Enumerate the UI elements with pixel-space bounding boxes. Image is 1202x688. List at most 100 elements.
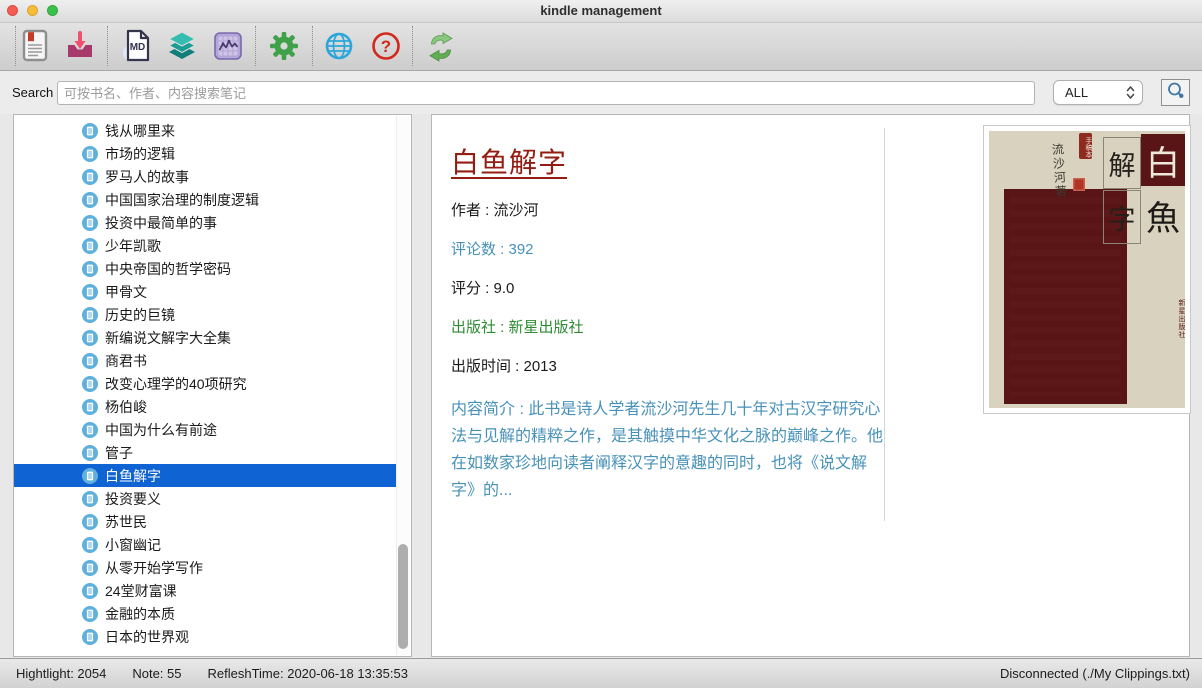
book-detail-panel: 白鱼解字 作者 : 流沙河 评论数 : 392 评分 : 9.0 出版社 : 新… bbox=[431, 114, 1190, 657]
cover-red-seal bbox=[1073, 178, 1085, 191]
list-item[interactable]: 白鱼解字 bbox=[14, 464, 397, 487]
note-doc-icon bbox=[82, 399, 98, 415]
filter-dropdown-value: ALL bbox=[1065, 85, 1126, 100]
book-author: 作者 : 流沙河 bbox=[451, 201, 887, 221]
list-item[interactable]: 商君书 bbox=[14, 349, 397, 372]
website-button[interactable] bbox=[322, 28, 356, 64]
list-item[interactable]: 新编说文解字大全集 bbox=[14, 326, 397, 349]
note-doc-icon bbox=[82, 422, 98, 438]
kindle-notes-button[interactable] bbox=[18, 28, 52, 64]
gear-icon bbox=[268, 30, 300, 62]
note-doc-icon bbox=[82, 606, 98, 622]
book-description: 内容简介 : 此书是诗人学者流沙河先生几十年对古汉字研究心法与见解的精粹之作，是… bbox=[451, 396, 887, 504]
cover-publisher-spine: 新星出版社 bbox=[1176, 299, 1185, 339]
book-detail: 白鱼解字 作者 : 流沙河 评论数 : 392 评分 : 9.0 出版社 : 新… bbox=[451, 143, 887, 504]
note-doc-icon bbox=[82, 376, 98, 392]
note-doc-icon bbox=[82, 307, 98, 323]
layers-stack-icon bbox=[166, 30, 198, 62]
list-scrollbar[interactable] bbox=[396, 116, 410, 655]
list-item-label: 从零开始学写作 bbox=[105, 558, 203, 578]
magnifier-icon bbox=[1166, 81, 1186, 104]
status-connection: Disconnected (./My Clippings.txt) bbox=[1000, 666, 1190, 681]
note-doc-icon bbox=[82, 560, 98, 576]
list-item-label: 商君书 bbox=[105, 351, 147, 371]
note-doc-icon bbox=[82, 146, 98, 162]
chart-waveform-icon bbox=[212, 30, 244, 62]
note-doc-icon bbox=[82, 537, 98, 553]
book-list-panel: 钱从哪里来市场的逻辑罗马人的故事中国国家治理的制度逻辑投资中最简单的事少年凯歌中… bbox=[13, 114, 412, 657]
filter-dropdown[interactable]: ALL bbox=[1053, 80, 1143, 105]
book-title-link[interactable]: 白鱼解字 bbox=[451, 143, 567, 183]
list-item-label: 投资中最简单的事 bbox=[105, 213, 217, 233]
cover-author-signature: 流沙河著 bbox=[1049, 142, 1070, 199]
list-item[interactable]: 甲骨文 bbox=[14, 280, 397, 303]
note-doc-icon bbox=[82, 192, 98, 208]
note-doc-icon bbox=[82, 238, 98, 254]
list-item-label: 新编说文解字大全集 bbox=[105, 328, 231, 348]
list-item[interactable]: 日本的世界观 bbox=[14, 625, 397, 648]
list-item-label: 历史的巨镜 bbox=[105, 305, 175, 325]
list-scrollbar-thumb[interactable] bbox=[398, 544, 408, 649]
list-item[interactable]: 中国国家治理的制度逻辑 bbox=[14, 188, 397, 211]
list-item-label: 改变心理学的40项研究 bbox=[105, 374, 247, 394]
note-doc-icon bbox=[82, 468, 98, 484]
status-right: Disconnected (./My Clippings.txt) bbox=[1000, 659, 1190, 688]
book-list: 钱从哪里来市场的逻辑罗马人的故事中国国家治理的制度逻辑投资中最简单的事少年凯歌中… bbox=[14, 119, 397, 648]
kindle-notes-icon bbox=[20, 29, 50, 63]
markdown-export-button[interactable]: MD bbox=[120, 28, 154, 64]
toolbar-separator bbox=[312, 26, 313, 66]
list-item-label: 罗马人的故事 bbox=[105, 167, 189, 187]
list-item[interactable]: 罗马人的故事 bbox=[14, 165, 397, 188]
note-doc-icon bbox=[82, 261, 98, 277]
list-item[interactable]: 苏世民 bbox=[14, 510, 397, 533]
list-item[interactable]: 从零开始学写作 bbox=[14, 556, 397, 579]
book-cover-art: 白 魚 解 字 手稿本 流沙河著 新星出版社 bbox=[989, 131, 1185, 408]
toolbar-separator bbox=[15, 26, 16, 66]
list-item[interactable]: 少年凯歌 bbox=[14, 234, 397, 257]
list-item[interactable]: 市场的逻辑 bbox=[14, 142, 397, 165]
list-item[interactable]: 杨伯峻 bbox=[14, 395, 397, 418]
list-item[interactable]: 钱从哪里来 bbox=[14, 119, 397, 142]
list-item-label: 苏世民 bbox=[105, 512, 147, 532]
toolbar-separator bbox=[412, 26, 413, 66]
statistics-button[interactable] bbox=[211, 28, 245, 64]
list-item[interactable]: 投资中最简单的事 bbox=[14, 211, 397, 234]
list-item[interactable]: 改变心理学的40项研究 bbox=[14, 372, 397, 395]
question-mark-icon: ? bbox=[370, 30, 402, 62]
note-doc-icon bbox=[82, 284, 98, 300]
book-stack-button[interactable] bbox=[165, 28, 199, 64]
list-item-label: 杨伯峻 bbox=[105, 397, 147, 417]
list-item[interactable]: 投资要义 bbox=[14, 487, 397, 510]
list-item[interactable]: 小窗幽记 bbox=[14, 533, 397, 556]
list-item[interactable]: 管子 bbox=[14, 441, 397, 464]
cover-char-jie: 解 bbox=[1103, 137, 1141, 189]
settings-button[interactable] bbox=[267, 28, 301, 64]
list-item[interactable]: 中央帝国的哲学密码 bbox=[14, 257, 397, 280]
note-doc-icon bbox=[82, 123, 98, 139]
list-item-label: 少年凯歌 bbox=[105, 236, 161, 256]
refresh-button[interactable] bbox=[424, 28, 458, 64]
status-highlight-count: Hightlight: 2054 bbox=[16, 666, 106, 681]
cover-char-zi: 字 bbox=[1103, 190, 1141, 244]
svg-text:?: ? bbox=[381, 37, 391, 56]
list-item-label: 钱从哪里来 bbox=[105, 121, 175, 141]
list-item[interactable]: 历史的巨镜 bbox=[14, 303, 397, 326]
note-doc-icon bbox=[82, 215, 98, 231]
list-item-label: 中国国家治理的制度逻辑 bbox=[105, 190, 259, 210]
book-cover-image: 白 魚 解 字 手稿本 流沙河著 新星出版社 bbox=[983, 125, 1191, 414]
status-note-count: Note: 55 bbox=[132, 666, 181, 681]
list-item-label: 小窗幽记 bbox=[105, 535, 161, 555]
list-item[interactable]: 24堂财富课 bbox=[14, 579, 397, 602]
search-button[interactable] bbox=[1161, 79, 1190, 106]
note-doc-icon bbox=[82, 491, 98, 507]
list-item-label: 管子 bbox=[105, 443, 133, 463]
help-button[interactable]: ? bbox=[369, 28, 403, 64]
search-input[interactable] bbox=[57, 81, 1035, 105]
import-clippings-button[interactable] bbox=[63, 28, 97, 64]
note-doc-icon bbox=[82, 583, 98, 599]
list-item[interactable]: 中国为什么有前途 bbox=[14, 418, 397, 441]
book-pub-year: 出版时间 : 2013 bbox=[451, 357, 887, 377]
list-item[interactable]: 金融的本质 bbox=[14, 602, 397, 625]
status-bar: Hightlight: 2054 Note: 55 RefleshTime: 2… bbox=[0, 658, 1202, 688]
book-publisher: 出版社 : 新星出版社 bbox=[451, 318, 887, 338]
